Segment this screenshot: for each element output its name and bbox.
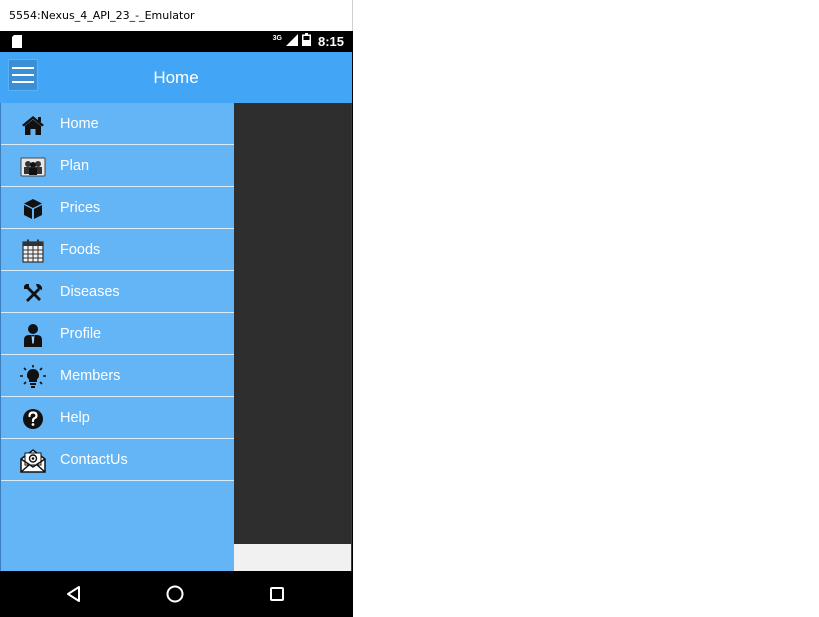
menu-item-label: Plan: [60, 158, 90, 174]
calendar-icon: [20, 239, 46, 263]
menu-item-prices[interactable]: Prices: [1, 187, 234, 229]
menu-item-diseases[interactable]: Diseases: [1, 271, 234, 313]
content-edge: [351, 103, 352, 571]
menu-item-home[interactable]: Home: [1, 103, 234, 145]
back-icon[interactable]: [59, 580, 89, 608]
home-icon: [20, 113, 46, 137]
menu-item-help[interactable]: Help: [1, 397, 234, 439]
menu-item-label: Prices: [60, 200, 101, 216]
emulator-screen: 3G 8:15 Home Home Plan Prices Foods Dise…: [0, 31, 353, 617]
menu-item-label: Profile: [60, 326, 102, 342]
menu-item-label: Diseases: [60, 284, 120, 300]
tools-icon: [20, 281, 46, 305]
app-bar: Home: [0, 52, 352, 103]
hamburger-icon[interactable]: [8, 59, 38, 91]
menu-item-contactus[interactable]: ContactUs: [1, 439, 234, 481]
navigation-drawer: Home Plan Prices Foods Diseases Profile …: [0, 103, 234, 571]
main-content: Home Plan Prices Foods Diseases Profile …: [0, 103, 352, 571]
mail-icon: [20, 449, 46, 473]
menu-item-foods[interactable]: Foods: [1, 229, 234, 271]
network-type: 3G: [272, 35, 282, 42]
home-circle-icon[interactable]: [160, 580, 190, 608]
window-border: [352, 0, 353, 31]
drawer-menu: Home Plan Prices Foods Diseases Profile …: [1, 103, 234, 481]
clock: 8:15: [317, 34, 344, 49]
menu-item-plan[interactable]: Plan: [1, 145, 234, 187]
system-nav-bar: [0, 571, 353, 617]
recents-icon[interactable]: [262, 580, 292, 608]
lightbulb-icon: [20, 365, 46, 389]
menu-item-label: Foods: [60, 242, 101, 258]
menu-item-profile[interactable]: Profile: [1, 313, 234, 355]
status-bar: 3G 8:15: [0, 31, 353, 52]
page-title: Home: [153, 68, 199, 87]
status-icons: 3G 8:15: [273, 31, 344, 52]
sd-card-icon: [12, 35, 22, 53]
battery-icon: [301, 32, 311, 51]
window-title: 5554:Nexus_4_API_23_-_Emulator: [0, 0, 353, 31]
menu-item-members[interactable]: Members: [1, 355, 234, 397]
box-icon: [20, 197, 46, 221]
content-footer: [234, 544, 352, 571]
signal-icon: [285, 33, 298, 51]
menu-item-label: Home: [60, 116, 99, 132]
person-icon: [20, 323, 46, 347]
people-icon: [20, 155, 46, 179]
help-icon: [20, 407, 46, 431]
menu-item-label: ContactUs: [60, 452, 128, 468]
menu-item-label: Members: [60, 368, 121, 384]
menu-item-label: Help: [60, 410, 90, 426]
